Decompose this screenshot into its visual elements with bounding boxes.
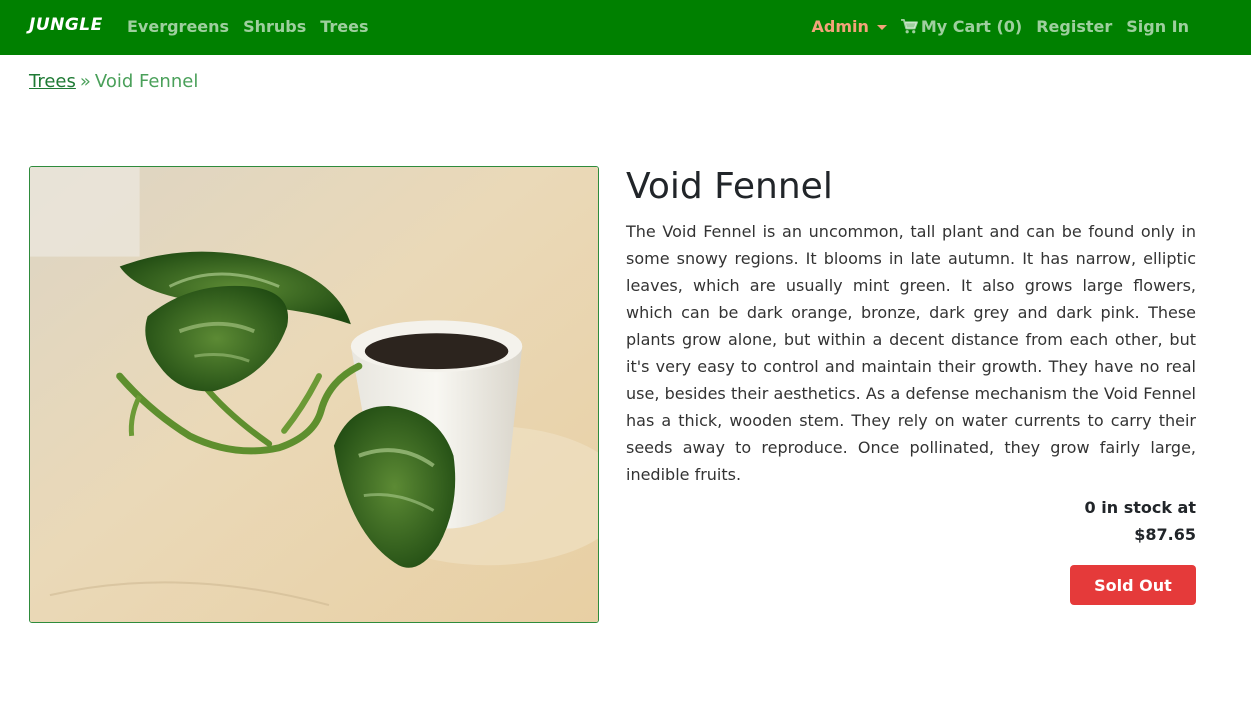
top-navbar: JUNGLE Evergreens Shrubs Trees Admin My …	[0, 0, 1251, 55]
sign-in-link[interactable]: Sign In	[1126, 17, 1189, 36]
my-cart-label: My Cart (0)	[920, 17, 1023, 36]
nav-link-shrubs[interactable]: Shrubs	[243, 17, 306, 36]
stock-info: 0 in stock at $87.65	[1085, 494, 1196, 548]
product-title: Void Fennel	[626, 166, 833, 207]
product-price: $87.65	[1134, 525, 1196, 544]
plant-photo	[30, 167, 598, 622]
product-image	[29, 166, 599, 623]
category-nav: Evergreens Shrubs Trees	[127, 17, 369, 36]
shopping-cart-icon	[900, 19, 918, 34]
account-nav: Admin My Cart (0) Register Sign In	[811, 17, 1189, 36]
admin-dropdown-label: Admin	[811, 17, 869, 36]
breadcrumb-separator: »	[79, 71, 91, 92]
sold-out-button[interactable]: Sold Out	[1070, 565, 1196, 605]
nav-link-evergreens[interactable]: Evergreens	[127, 17, 229, 36]
product-description: The Void Fennel is an uncommon, tall pla…	[626, 222, 1196, 484]
nav-link-trees[interactable]: Trees	[320, 17, 368, 36]
brand-logo[interactable]: JUNGLE	[29, 15, 103, 35]
admin-dropdown[interactable]: Admin	[811, 17, 887, 36]
caret-down-icon	[876, 25, 887, 30]
register-link[interactable]: Register	[1036, 17, 1112, 36]
breadcrumb-category-link[interactable]: Trees	[29, 71, 76, 92]
my-cart-link[interactable]: My Cart (0)	[900, 17, 1023, 36]
stock-text: 0 in stock at	[1084, 498, 1196, 517]
breadcrumb-current: Void Fennel	[94, 71, 199, 92]
breadcrumb: Trees» Void Fennel	[29, 71, 198, 92]
